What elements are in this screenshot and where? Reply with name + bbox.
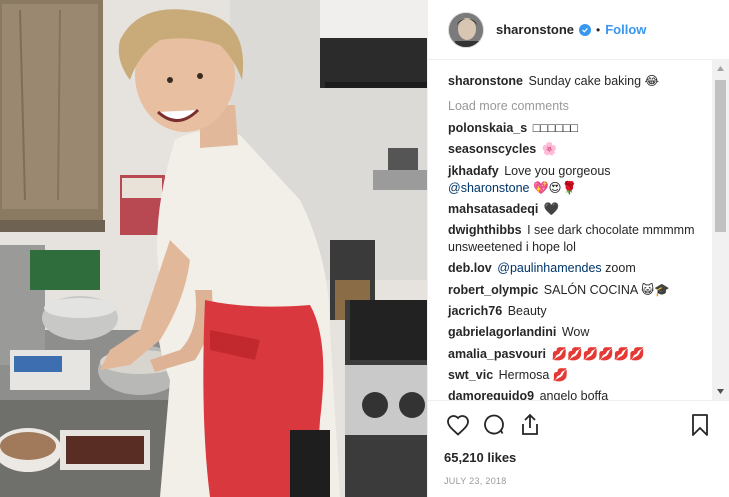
- comment-username[interactable]: gabrielagorlandini: [448, 325, 556, 339]
- load-more-comments-button[interactable]: Load more comments: [448, 98, 714, 115]
- verified-badge-icon: [579, 23, 592, 36]
- post-photo[interactable]: [0, 0, 427, 497]
- post-actions: 65,210 likes JULY 23, 2018: [428, 400, 729, 497]
- comment-row: robert_olympic SALÓN COCINA 😺🎓: [448, 282, 714, 299]
- comment-username[interactable]: jkhadafy: [448, 164, 499, 178]
- comment-username[interactable]: seasonscycles: [448, 142, 536, 156]
- caption-text: Sunday cake baking 😂: [528, 74, 660, 88]
- comment-text-after: zoom: [605, 261, 636, 276]
- post-side-panel: sharonstone • Follow sharonstone Sunday …: [427, 0, 729, 497]
- comment-text-after: 💖😍🌹: [532, 180, 578, 195]
- heart-icon[interactable]: [444, 411, 472, 439]
- comment-text: 💋💋💋💋💋💋: [551, 346, 645, 361]
- comment-row: mahsatasadeqi 🖤: [448, 201, 714, 218]
- comment-username[interactable]: jacrich76: [448, 304, 502, 318]
- comment-text: Love you gorgeous: [504, 163, 611, 178]
- comment-text: Wow: [561, 325, 590, 340]
- scrollbar-thumb[interactable]: [715, 80, 726, 232]
- caption-username[interactable]: sharonstone: [448, 74, 523, 88]
- comment-mention[interactable]: @sharonstone: [448, 181, 530, 195]
- comment-username[interactable]: robert_olympic: [448, 283, 538, 297]
- comment-text: Hermosa 💋: [498, 367, 569, 382]
- comment-text: SALÓN COCINA 😺🎓: [543, 282, 670, 297]
- comment-row: jkhadafy Love you gorgeous @sharonstone …: [448, 163, 714, 197]
- comment-username[interactable]: mahsatasadeqi: [448, 202, 538, 216]
- comment-row: swt_vic Hermosa 💋: [448, 367, 714, 384]
- bookmark-icon[interactable]: [686, 411, 714, 439]
- comment-row: amalia_pasvouri 💋💋💋💋💋💋: [448, 346, 714, 363]
- comment-row: dwighthibbs I see dark chocolate mmmmm u…: [448, 222, 714, 256]
- comment-text: angelo boffa: [539, 389, 609, 400]
- comment-row: seasonscycles 🌸: [448, 141, 714, 158]
- comment-mention[interactable]: @paulinhamendes: [497, 261, 601, 275]
- comment-row: damorequido9 angelo boffa: [448, 388, 714, 400]
- avatar[interactable]: [448, 11, 484, 48]
- comments-scrollbar[interactable]: [712, 60, 729, 400]
- likes-count[interactable]: 65,210 likes: [444, 450, 714, 465]
- caption: sharonstone Sunday cake baking 😂: [448, 73, 714, 90]
- comments-list[interactable]: sharonstone Sunday cake baking 😂 Load mo…: [428, 60, 729, 400]
- follow-button[interactable]: Follow: [605, 22, 646, 37]
- comment-text: 🌸: [541, 142, 558, 157]
- comment-icon[interactable]: [480, 411, 508, 439]
- comment-row: gabrielagorlandini Wow: [448, 324, 714, 341]
- comment-username[interactable]: dwighthibbs: [448, 223, 522, 237]
- comment-row: deb.lov @paulinhamendes zoom: [448, 260, 714, 277]
- instagram-post: sharonstone • Follow sharonstone Sunday …: [0, 0, 729, 497]
- comment-text: □□□□□□: [532, 121, 578, 135]
- header-username[interactable]: sharonstone: [496, 22, 574, 37]
- header-separator: •: [596, 22, 601, 37]
- comment-username[interactable]: swt_vic: [448, 368, 493, 382]
- comment-username[interactable]: deb.lov: [448, 261, 492, 275]
- action-icons: [444, 410, 714, 440]
- scroll-up-arrow-icon[interactable]: [712, 60, 729, 77]
- share-icon[interactable]: [516, 411, 544, 439]
- comment-row: jacrich76 Beauty: [448, 303, 714, 320]
- post-header: sharonstone • Follow: [428, 0, 729, 60]
- comment-text: 🖤: [543, 201, 560, 216]
- scroll-down-arrow-icon[interactable]: [712, 383, 729, 400]
- post-date[interactable]: JULY 23, 2018: [444, 476, 714, 486]
- comment-username[interactable]: damorequido9: [448, 389, 534, 400]
- comment-text: Beauty: [507, 304, 547, 319]
- comment-username[interactable]: polonskaia_s: [448, 121, 527, 135]
- comment-row: polonskaia_s □□□□□□: [448, 120, 714, 137]
- comment-username[interactable]: amalia_pasvouri: [448, 347, 546, 361]
